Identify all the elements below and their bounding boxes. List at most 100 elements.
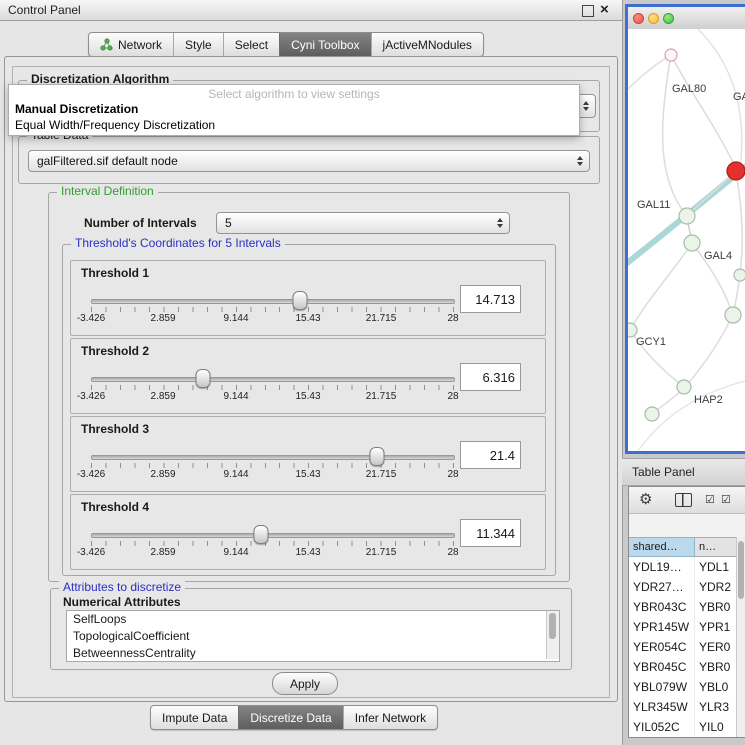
table-data-combo[interactable]: galFiltered.sif default node	[28, 150, 590, 172]
control-panel: Control Panel × Network Style	[0, 0, 623, 745]
chevron-up-down-icon[interactable]	[497, 218, 503, 228]
tab-jactivemnodules[interactable]: jActiveMNodules	[371, 33, 483, 56]
slider-track[interactable]	[91, 299, 455, 304]
minimize-traffic-light-icon[interactable]	[648, 13, 659, 24]
tab-cyni-toolbox[interactable]: Cyni Toolbox	[279, 33, 370, 56]
threshold-value-field[interactable]: 21.4	[460, 441, 521, 469]
table-toolbar: ⚙ ☑ ☑	[629, 487, 745, 514]
combo-value: galFiltered.sif default node	[37, 154, 178, 168]
table-row[interactable]: YIL052C YIL0	[629, 717, 745, 737]
num-intervals-combo[interactable]: 5	[216, 212, 510, 234]
scale-label: 21.715	[366, 469, 397, 480]
scale-label: 28	[447, 469, 458, 480]
column-header-shared-name[interactable]: shared…	[629, 537, 695, 557]
table-row[interactable]: YER054C YER0	[629, 637, 745, 657]
tab-impute-data[interactable]: Impute Data	[151, 706, 238, 729]
columns-icon[interactable]	[675, 493, 692, 507]
tab-discretize-data[interactable]: Discretize Data	[238, 706, 342, 729]
slider-track[interactable]	[91, 533, 455, 538]
tab-label: Select	[235, 38, 268, 52]
scale-label: 9.144	[223, 469, 248, 480]
node-label-gal11: GAL11	[637, 199, 670, 211]
threshold-value-field[interactable]: 6.316	[460, 363, 521, 391]
threshold-label: Threshold 2	[81, 344, 149, 358]
table-row[interactable]: YLR345W YLR3	[629, 697, 745, 717]
network-node[interactable]	[725, 307, 741, 323]
chevron-up-down-icon[interactable]	[583, 101, 589, 111]
numerical-attributes-list[interactable]: SelfLoops TopologicalCoefficient Between…	[66, 610, 560, 662]
network-canvas[interactable]: GAL80 GA GAL11 GAL4 GCY1 HAP2	[628, 29, 745, 451]
float-window-icon[interactable]	[582, 5, 594, 17]
control-panel-titlebar: Control Panel ×	[0, 0, 622, 21]
network-icon	[100, 38, 113, 51]
network-node[interactable]	[677, 380, 691, 394]
table-row[interactable]: YBR043C YBR0	[629, 597, 745, 617]
scale-label: 21.715	[366, 391, 397, 402]
tab-select[interactable]: Select	[223, 33, 279, 56]
panel-title: Control Panel	[8, 0, 81, 20]
slider-thumb[interactable]	[370, 447, 385, 466]
scale-label: 2.859	[150, 469, 175, 480]
tab-label: Style	[185, 38, 212, 52]
slider-ticks	[91, 463, 454, 468]
scrollbar-thumb[interactable]	[549, 613, 556, 639]
network-node[interactable]	[645, 407, 659, 421]
table-panel-window: ⚙ ☑ ☑ shared… n… YDL19… YDL1 YDR27… YDR2…	[628, 486, 745, 738]
tab-label: Cyni Toolbox	[291, 38, 359, 52]
slider-thumb[interactable]	[293, 291, 308, 310]
threshold-value-field[interactable]: 11.344	[460, 519, 521, 547]
table-row[interactable]: YBL079W YBL0	[629, 677, 745, 697]
slider-thumb[interactable]	[254, 525, 269, 544]
scale-label: -3.426	[77, 391, 105, 402]
checkbox-icon[interactable]: ☑	[705, 493, 715, 506]
threshold-value-field[interactable]: 14.713	[460, 285, 521, 313]
list-item[interactable]: TopologicalCoefficient	[67, 628, 559, 645]
close-traffic-light-icon[interactable]	[633, 13, 644, 24]
table-header-row: shared… n…	[629, 537, 745, 557]
network-node[interactable]	[734, 269, 745, 281]
cell[interactable]: YBR043C	[629, 597, 695, 617]
chevron-up-down-icon[interactable]	[577, 156, 583, 166]
slider-track[interactable]	[91, 377, 455, 382]
numerical-attributes-label: Numerical Attributes	[63, 595, 181, 609]
network-node-selected[interactable]	[727, 162, 745, 180]
apply-button[interactable]: Apply	[272, 672, 338, 695]
cell[interactable]: YIL052C	[629, 717, 695, 737]
cell[interactable]: YPR145W	[629, 617, 695, 637]
cell[interactable]: YBR045C	[629, 657, 695, 677]
scale-label: 9.144	[223, 313, 248, 324]
dropdown-option-equal-width[interactable]: Equal Width/Frequency Discretization	[15, 118, 215, 132]
tab-network[interactable]: Network	[89, 33, 173, 56]
network-node[interactable]	[679, 208, 695, 224]
dropdown-option-manual[interactable]: Manual Discretization	[15, 102, 138, 116]
table-row[interactable]: YDL19… YDL1	[629, 557, 745, 577]
table-row[interactable]: YDR27… YDR2	[629, 577, 745, 597]
list-item[interactable]: BetweennessCentrality	[67, 645, 559, 662]
cell[interactable]: YER054C	[629, 637, 695, 657]
tab-label: jActiveMNodules	[383, 38, 472, 52]
cell[interactable]: YBL079W	[629, 677, 695, 697]
zoom-traffic-light-icon[interactable]	[663, 13, 674, 24]
cell[interactable]: YDR27…	[629, 577, 695, 597]
scrollbar-thumb[interactable]	[738, 541, 744, 599]
tab-infer-network[interactable]: Infer Network	[343, 706, 437, 729]
table-row[interactable]: YPR145W YPR1	[629, 617, 745, 637]
network-node[interactable]	[628, 323, 637, 337]
list-item[interactable]: SelfLoops	[67, 611, 559, 628]
tab-style[interactable]: Style	[173, 33, 223, 56]
cell[interactable]: YDL19…	[629, 557, 695, 577]
slider-ticks	[91, 385, 454, 390]
close-icon[interactable]: ×	[600, 1, 609, 19]
slider-thumb[interactable]	[196, 369, 211, 388]
gear-icon[interactable]: ⚙	[639, 490, 652, 508]
table-scrollbar[interactable]	[736, 537, 745, 737]
network-node[interactable]	[665, 49, 677, 61]
cell[interactable]: YLR345W	[629, 697, 695, 717]
table-row[interactable]: YBR045C YBR0	[629, 657, 745, 677]
slider-track[interactable]	[91, 455, 455, 460]
list-scrollbar[interactable]	[546, 611, 559, 659]
network-node[interactable]	[684, 235, 700, 251]
checkbox-icon[interactable]: ☑	[721, 493, 731, 506]
table-panel-title: Table Panel	[632, 459, 695, 485]
table-panel-header: Table Panel	[622, 458, 745, 486]
